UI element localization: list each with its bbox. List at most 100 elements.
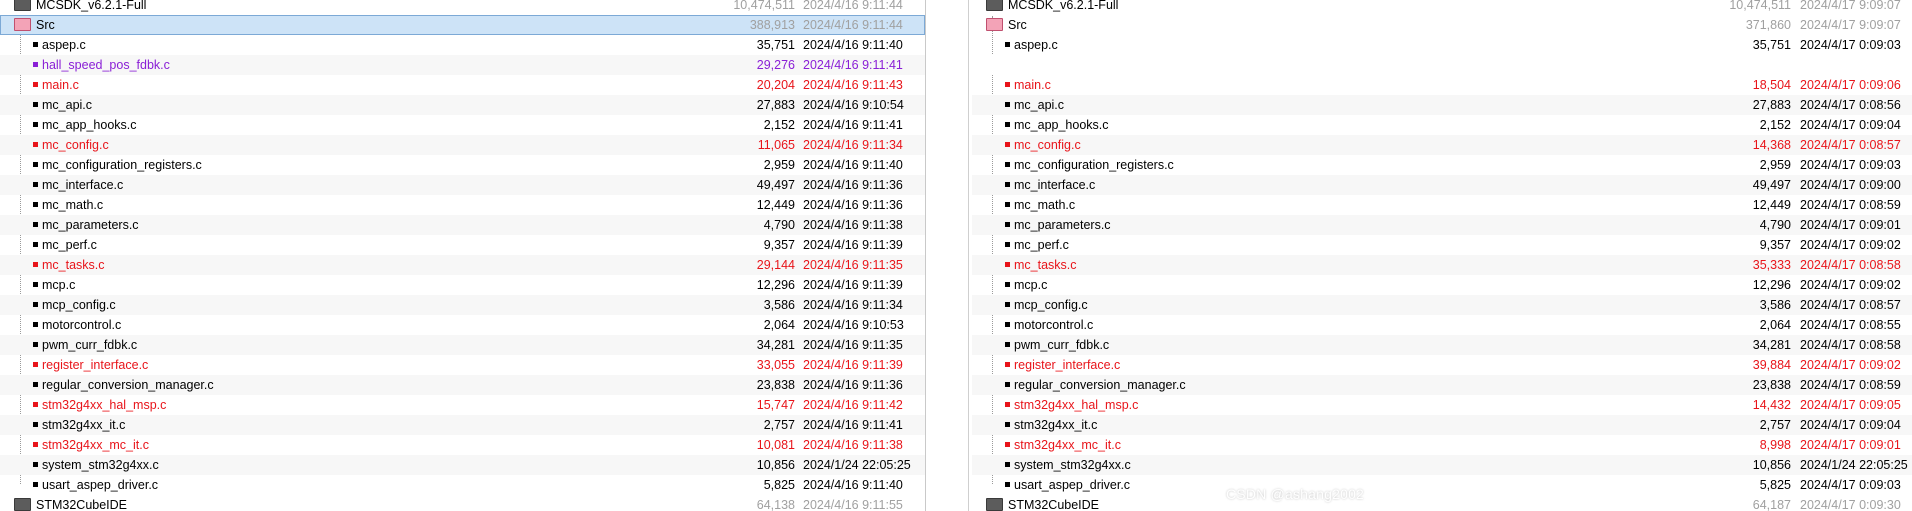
file-size: 2,757 <box>763 418 795 432</box>
file-row[interactable]: stm32g4xx_hal_msp.c 15,747 2024/4/16 9:11:… <box>0 395 925 415</box>
file-name: mc_app_hooks.c <box>1005 115 1109 135</box>
file-row[interactable]: register_interface.c 33,055 2024/4/16 9:11… <box>0 355 925 375</box>
file-size: 34,281 <box>1752 338 1791 352</box>
file-size: 14,368 <box>1752 138 1791 152</box>
file-row[interactable]: mc_parameters.c 4,790 2024/4/17 0:09:01 <box>972 215 1912 235</box>
file-row[interactable]: register_interface.c 39,884 2024/4/17 0:09… <box>972 355 1912 375</box>
file-icon <box>1005 342 1010 348</box>
file-name: stm32g4xx_mc_it.c <box>33 435 149 455</box>
src-folder-name: Src <box>14 15 55 35</box>
file-row[interactable]: mc_app_hooks.c 2,152 2024/4/17 0:09:04 <box>972 115 1912 135</box>
file-row[interactable]: pwm_curr_fdbk.c 34,281 2024/4/16 9:11:35 <box>0 335 925 355</box>
file-row[interactable]: mc_config.c 14,368 2024/4/17 0:08:57 <box>972 135 1912 155</box>
file-row[interactable]: mc_configuration_registers.c 2,959 2024/4/… <box>972 155 1912 175</box>
left-parent-folder-row[interactable]: MCSDK_v6.2.1-Full 10,474,511 2024/4/16 9… <box>0 0 925 15</box>
file-row[interactable]: main.c 18,504 2024/4/17 0:09:06 <box>972 75 1912 95</box>
file-row[interactable]: main.c 20,204 2024/4/16 9:11:43 <box>0 75 925 95</box>
file-name: regular_conversion_manager.c <box>33 375 214 395</box>
file-row[interactable]: regular_conversion_manager.c 23,838 2024/4… <box>0 375 925 395</box>
file-row[interactable]: mc_tasks.c 29,144 2024/4/16 9:11:35 <box>0 255 925 275</box>
file-date: 2024/4/17 0:08:58 <box>1800 258 1901 272</box>
file-row[interactable]: system_stm32g4xx.c 10,856 2024/1/24 22:05:… <box>972 455 1912 475</box>
file-size: 18,504 <box>1752 78 1791 92</box>
file-row[interactable]: system_stm32g4xx.c 10,856 2024/1/24 22:05:… <box>0 455 925 475</box>
file-row[interactable]: motorcontrol.c 2,064 2024/4/16 9:10:53 <box>0 315 925 335</box>
file-date: 2024/4/16 9:11:43 <box>803 78 903 92</box>
file-row[interactable]: mcp.c 12,296 2024/4/16 9:11:39 <box>0 275 925 295</box>
file-icon <box>1005 142 1010 148</box>
file-size: 3,586 <box>763 298 795 312</box>
file-row[interactable]: stm32g4xx_mc_it.c 10,081 2024/4/16 9:11:38 <box>0 435 925 455</box>
file-icon <box>33 442 38 448</box>
file-name: pwm_curr_fdbk.c <box>33 335 137 355</box>
right-folder-pane[interactable]: MCSDK_v6.2.1-Full 10,474,511 2024/4/17 9… <box>972 0 1912 511</box>
file-row[interactable]: stm32g4xx_it.c 2,757 2024/4/16 9:11:41 <box>0 415 925 435</box>
right-parent-folder-row[interactable]: MCSDK_v6.2.1-Full 10,474,511 2024/4/17 9… <box>972 0 1912 15</box>
file-date: 2024/4/16 9:11:36 <box>803 378 903 392</box>
file-row[interactable]: mc_configuration_registers.c 2,959 2024/4/… <box>0 155 925 175</box>
file-size: 34,281 <box>756 338 795 352</box>
file-row[interactable]: pwm_curr_fdbk.c 34,281 2024/4/17 0:08:58 <box>972 335 1912 355</box>
file-row[interactable]: mc_parameters.c 4,790 2024/4/16 9:11:38 <box>0 215 925 235</box>
file-row[interactable]: mc_perf.c 9,357 2024/4/16 9:11:39 <box>0 235 925 255</box>
file-name: system_stm32g4xx.c <box>1005 455 1131 475</box>
pane-splitter[interactable] <box>926 0 971 511</box>
file-date: 2024/4/17 0:08:57 <box>1800 138 1901 152</box>
file-row[interactable]: mcp_config.c 3,586 2024/4/16 9:11:34 <box>0 295 925 315</box>
file-size: 4,790 <box>763 218 795 232</box>
file-name: mc_configuration_registers.c <box>33 155 202 175</box>
file-row[interactable]: stm32g4xx_hal_msp.c 14,432 2024/4/17 0:09:… <box>972 395 1912 415</box>
file-row[interactable]: hall_speed_pos_fdbk.c 29,276 2024/4/16 9:1… <box>0 55 925 75</box>
file-row[interactable]: mc_math.c 12,449 2024/4/17 0:08:59 <box>972 195 1912 215</box>
file-row[interactable]: mc_api.c 27,883 2024/4/17 0:08:56 <box>972 95 1912 115</box>
left-folder-pane[interactable]: MCSDK_v6.2.1-Full 10,474,511 2024/4/16 9… <box>0 0 926 511</box>
file-row[interactable]: mc_api.c 27,883 2024/4/16 9:10:54 <box>0 95 925 115</box>
file-row[interactable]: mc_math.c 12,449 2024/4/16 9:11:36 <box>0 195 925 215</box>
file-row[interactable]: regular_conversion_manager.c 23,838 2024/4… <box>972 375 1912 395</box>
file-date: 2024/4/16 9:11:34 <box>803 298 903 312</box>
left-next-folder-row[interactable]: STM32CubeIDE 64,138 2024/4/16 9:11:55 <box>0 495 925 511</box>
file-name: register_interface.c <box>33 355 148 375</box>
file-row[interactable]: stm32g4xx_mc_it.c 8,998 2024/4/17 0:09:01 <box>972 435 1912 455</box>
file-date: 2024/4/17 0:09:03 <box>1800 478 1901 492</box>
file-icon <box>1005 462 1010 468</box>
file-row[interactable]: stm32g4xx_it.c 2,757 2024/4/17 0:09:04 <box>972 415 1912 435</box>
file-row[interactable]: motorcontrol.c 2,064 2024/4/17 0:08:55 <box>972 315 1912 335</box>
file-date: 2024/4/16 9:11:41 <box>803 118 903 132</box>
file-icon <box>1005 362 1010 368</box>
file-row[interactable]: mc_app_hooks.c 2,152 2024/4/16 9:11:41 <box>0 115 925 135</box>
folder-icon <box>14 498 31 511</box>
file-row[interactable]: usart_aspep_driver.c 5,825 2024/4/17 0:09:… <box>972 475 1912 495</box>
file-row[interactable]: mc_interface.c 49,497 2024/4/16 9:11:36 <box>0 175 925 195</box>
file-name: usart_aspep_driver.c <box>33 475 158 495</box>
file-size: 10,081 <box>756 438 795 452</box>
file-row[interactable]: mcp_config.c 3,586 2024/4/17 0:08:57 <box>972 295 1912 315</box>
file-name: mc_config.c <box>33 135 109 155</box>
file-date: 2024/4/17 0:08:58 <box>1800 338 1901 352</box>
file-row[interactable]: aspep.c 35,751 2024/4/17 0:09:03 <box>972 35 1912 55</box>
file-date: 2024/4/17 0:09:05 <box>1800 398 1901 412</box>
file-row[interactable]: mc_perf.c 9,357 2024/4/17 0:09:02 <box>972 235 1912 255</box>
right-next-folder-row[interactable]: STM32CubeIDE 64,187 2024/4/17 0:09:30 <box>972 495 1912 511</box>
file-icon <box>33 162 38 168</box>
file-row[interactable]: aspep.c 35,751 2024/4/16 9:11:40 <box>0 35 925 55</box>
file-size: 29,276 <box>756 58 795 72</box>
right-src-folder-row[interactable]: Src 371,860 2024/4/17 9:09:07 <box>972 15 1912 35</box>
file-icon <box>33 462 38 468</box>
file-date: 2024/4/16 9:11:41 <box>803 58 903 72</box>
file-row[interactable]: mc_interface.c 49,497 2024/4/17 0:09:00 <box>972 175 1912 195</box>
file-row[interactable]: usart_aspep_driver.c 5,825 2024/4/16 9:11:… <box>0 475 925 495</box>
file-name: mc_app_hooks.c <box>33 115 137 135</box>
file-size: 23,838 <box>756 378 795 392</box>
file-row[interactable]: mc_config.c 11,065 2024/4/16 9:11:34 <box>0 135 925 155</box>
file-size: 15,747 <box>756 398 795 412</box>
file-row[interactable]: mcp.c 12,296 2024/4/17 0:09:02 <box>972 275 1912 295</box>
file-name: mc_interface.c <box>1005 175 1095 195</box>
left-src-folder-row[interactable]: Src 388,913 2024/4/16 9:11:44 <box>0 15 925 35</box>
file-size: 39,884 <box>1752 358 1791 372</box>
file-name: stm32g4xx_mc_it.c <box>1005 435 1121 455</box>
file-name: motorcontrol.c <box>33 315 121 335</box>
file-name: aspep.c <box>1005 35 1058 55</box>
file-row[interactable]: mc_tasks.c 35,333 2024/4/17 0:08:58 <box>972 255 1912 275</box>
file-name: mcp.c <box>33 275 75 295</box>
